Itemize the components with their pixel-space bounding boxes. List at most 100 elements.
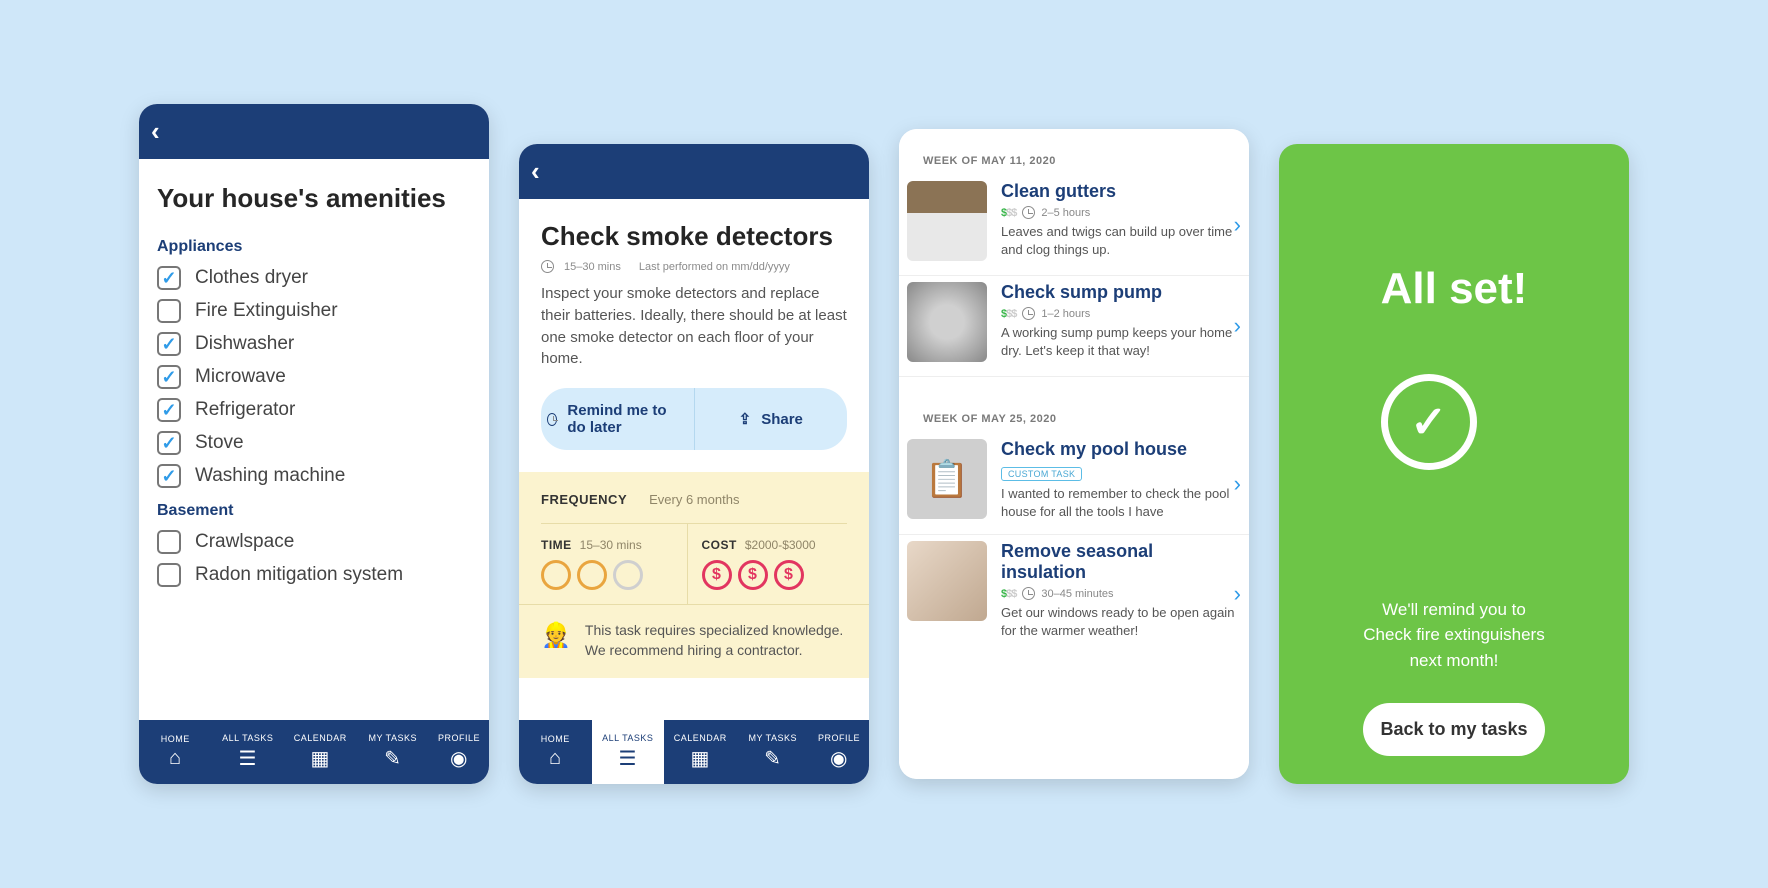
amenity-row[interactable]: Refrigerator <box>157 398 471 422</box>
task-description: A working sump pump keeps your home dry.… <box>1001 324 1239 359</box>
nav-icon: ✎ <box>384 746 401 771</box>
back-to-tasks-button[interactable]: Back to my tasks <box>1363 703 1544 756</box>
nav-label: ALL TASKS <box>602 733 653 743</box>
screen-task-list: WEEK OF MAY 11, 2020Clean gutters$$$2–5 … <box>899 129 1249 779</box>
task-thumbnail <box>907 181 987 261</box>
checkbox[interactable] <box>157 398 181 422</box>
message-line: Check fire extinguishers <box>1363 622 1544 648</box>
frequency-label: FREQUENCY <box>541 492 627 507</box>
nav-my-tasks[interactable]: MY TASKS ✎ <box>357 720 430 784</box>
task-row[interactable]: Clean gutters$$$2–5 hoursLeaves and twig… <box>899 175 1249 276</box>
screen-confirmation: All set! ✓ We'll remind you to Check fir… <box>1279 144 1629 784</box>
amenity-row[interactable]: Dishwasher <box>157 332 471 356</box>
nav-icon: ▦ <box>311 746 330 771</box>
section-heading: Appliances <box>157 238 471 256</box>
cost-cell: COST $2000-$3000 $ $ $ <box>688 524 848 604</box>
duration-text: 15–30 mins <box>564 261 621 273</box>
amenity-label: Stove <box>195 432 244 454</box>
check-circle-icon: ✓ <box>1381 374 1477 470</box>
nav-icon: ◉ <box>450 746 468 771</box>
nav-home[interactable]: HOME⌂ <box>139 720 212 784</box>
amenity-row[interactable]: Washing machine <box>157 464 471 488</box>
amenity-row[interactable]: Crawlspace <box>157 530 471 554</box>
frequency-row: FREQUENCY Every 6 months <box>541 492 847 524</box>
task-thumbnail <box>907 282 987 362</box>
bottom-nav: HOME⌂ALL TASKS☰CALENDAR▦MY TASKS✎PROFILE… <box>519 720 869 784</box>
task-title: Check sump pump <box>1001 282 1239 303</box>
amenity-label: Fire Extinguisher <box>195 300 338 322</box>
checkbox[interactable] <box>157 563 181 587</box>
nav-calendar[interactable]: CALENDAR▦ <box>664 720 737 784</box>
nav-icon: ✎ <box>764 746 781 771</box>
time-cost-row: TIME 15–30 mins COST $2000-$3000 $ $ $ <box>541 524 847 604</box>
nav-profile[interactable]: PROFILE ◉ <box>429 720 489 784</box>
back-icon[interactable]: ‹ <box>151 116 160 147</box>
task-description: I wanted to remember to check the pool h… <box>1001 485 1239 520</box>
amenity-label: Crawlspace <box>195 531 294 553</box>
share-label: Share <box>761 411 803 428</box>
confirmation-content: All set! ✓ We'll remind you to Check fir… <box>1279 144 1629 784</box>
amenity-row[interactable]: Radon mitigation system <box>157 563 471 587</box>
checkbox[interactable] <box>157 365 181 389</box>
task-row[interactable]: Check sump pump$$$1–2 hoursA working sum… <box>899 276 1249 377</box>
amenity-label: Microwave <box>195 366 286 388</box>
checkbox[interactable] <box>157 530 181 554</box>
task-body: Check sump pump$$$1–2 hoursA working sum… <box>1001 282 1239 359</box>
task-body: Remove seasonal insulation$$$30–45 minut… <box>1001 541 1239 639</box>
amenity-row[interactable]: Clothes dryer <box>157 266 471 290</box>
task-thumbnail: 📋 <box>907 439 987 519</box>
time-cell: TIME 15–30 mins <box>541 524 688 604</box>
task-detail-content: Check smoke detectors 15–30 mins Last pe… <box>519 199 869 720</box>
time-label: TIME <box>541 538 572 552</box>
nav-home[interactable]: HOME⌂ <box>519 720 592 784</box>
task-row[interactable]: Remove seasonal insulation$$$30–45 minut… <box>899 535 1249 653</box>
back-icon[interactable]: ‹ <box>531 156 540 187</box>
chevron-right-icon: › <box>1234 212 1241 238</box>
task-body: Clean gutters$$$2–5 hoursLeaves and twig… <box>1001 181 1239 258</box>
checkbox[interactable] <box>157 332 181 356</box>
amenity-row[interactable]: Stove <box>157 431 471 455</box>
cost-indicator: $$$ <box>1001 308 1016 320</box>
nav-calendar[interactable]: CALENDAR ▦ <box>284 720 357 784</box>
time-value: 15–30 mins <box>580 538 642 552</box>
amenity-row[interactable]: Fire Extinguisher <box>157 299 471 323</box>
clock-icon <box>1022 307 1035 320</box>
action-pills: Remind me to do later ⇪ Share <box>541 388 847 450</box>
task-description: Get our windows ready to be open again f… <box>1001 604 1239 639</box>
task-row[interactable]: 📋Check my pool houseCUSTOM TASKI wanted … <box>899 433 1249 535</box>
task-description: Inspect your smoke detectors and replace… <box>541 283 847 370</box>
dollar-icon: $ <box>774 560 804 590</box>
checkbox[interactable] <box>157 299 181 323</box>
clock-icon <box>577 560 607 590</box>
last-performed-text: Last performed on mm/dd/yyyy <box>639 261 790 273</box>
checkbox[interactable] <box>157 431 181 455</box>
nav-all-tasks[interactable]: ALL TASKS☰ <box>212 720 285 784</box>
nav-all-tasks[interactable]: ALL TASKS☰ <box>592 720 665 784</box>
remind-later-button[interactable]: Remind me to do later <box>541 388 695 450</box>
amenity-row[interactable]: Microwave <box>157 365 471 389</box>
checkbox[interactable] <box>157 464 181 488</box>
task-meta: $$$2–5 hours <box>1001 206 1239 219</box>
chevron-right-icon: › <box>1234 581 1241 607</box>
screen-task-detail: ‹ Check smoke detectors 15–30 mins Last … <box>519 144 869 784</box>
nav-profile[interactable]: PROFILE ◉ <box>809 720 869 784</box>
chevron-right-icon: › <box>1234 471 1241 497</box>
nav-label: MY TASKS <box>368 733 417 743</box>
amenity-label: Washing machine <box>195 465 345 487</box>
cost-indicator: $$$ <box>1001 588 1016 600</box>
nav-icon: ◉ <box>830 746 848 771</box>
task-title: Clean gutters <box>1001 181 1239 202</box>
nav-my-tasks[interactable]: MY TASKS✎ <box>737 720 810 784</box>
nav-label: CALENDAR <box>294 733 347 743</box>
dollar-icon: $ <box>702 560 732 590</box>
checkbox[interactable] <box>157 266 181 290</box>
nav-label: PROFILE <box>438 733 480 743</box>
message-line: We'll remind you to <box>1363 597 1544 623</box>
share-icon: ⇪ <box>739 410 752 428</box>
time-text: 30–45 minutes <box>1041 588 1113 600</box>
amenity-label: Refrigerator <box>195 399 295 421</box>
nav-label: PROFILE <box>818 733 860 743</box>
nav-label: HOME <box>161 734 190 744</box>
amenities-content: Your house's amenities AppliancesClothes… <box>139 159 489 720</box>
share-button[interactable]: ⇪ Share <box>695 388 848 450</box>
